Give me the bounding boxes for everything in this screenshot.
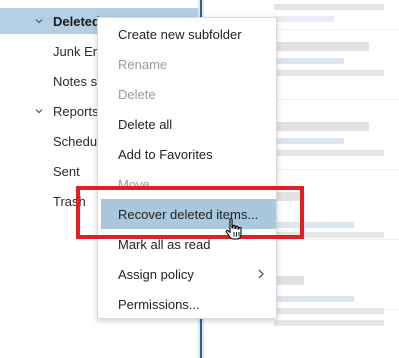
message-preview-bar (274, 150, 384, 156)
message-preview-bar (274, 42, 369, 51)
hand-pointer-icon (224, 217, 244, 243)
chevron-down-icon[interactable] (33, 105, 45, 117)
chevron-right-icon (256, 268, 266, 280)
message-preview-bar (274, 4, 384, 10)
annotation-highlight-box (76, 186, 304, 239)
chevron-down-icon[interactable] (33, 15, 45, 27)
folder-context-menu: Create new subfolder Rename Delete Delet… (97, 17, 277, 319)
message-preview-bar (274, 296, 354, 302)
message-preview-bar (274, 138, 344, 144)
message-preview-bar (274, 276, 304, 285)
menu-item-label: Assign policy (118, 266, 194, 282)
menu-item-label: Permissions... (118, 296, 200, 312)
menu-item-create-subfolder[interactable]: Create new subfolder (98, 19, 276, 49)
message-preview-bar (274, 58, 344, 64)
menu-item-label: Delete all (118, 116, 173, 132)
menu-item-label: Add to Favorites (118, 146, 213, 162)
menu-item-permissions[interactable]: Permissions... (98, 289, 276, 319)
message-preview-bar (274, 70, 384, 76)
menu-item-rename: Rename (98, 49, 276, 79)
menu-item-label: Create new subfolder (118, 26, 242, 42)
menu-item-label: Rename (118, 56, 168, 72)
menu-item-label: Delete (118, 86, 156, 102)
folder-label: Sent (53, 163, 80, 179)
message-preview-bar (274, 16, 334, 22)
folder-label: Notes s (53, 73, 98, 89)
folder-label: Reports (53, 103, 99, 119)
folder-label: Deleted (53, 13, 100, 29)
folder-label: Junk Er (53, 43, 98, 59)
menu-item-delete: Delete (98, 79, 276, 109)
message-preview-bar (274, 320, 384, 326)
menu-item-delete-all[interactable]: Delete all (98, 109, 276, 139)
menu-item-add-favorites[interactable]: Add to Favorites (98, 139, 276, 169)
message-preview-bar (274, 122, 369, 131)
menu-item-assign-policy[interactable]: Assign policy (98, 259, 276, 289)
folder-label: Schedul (53, 133, 100, 149)
